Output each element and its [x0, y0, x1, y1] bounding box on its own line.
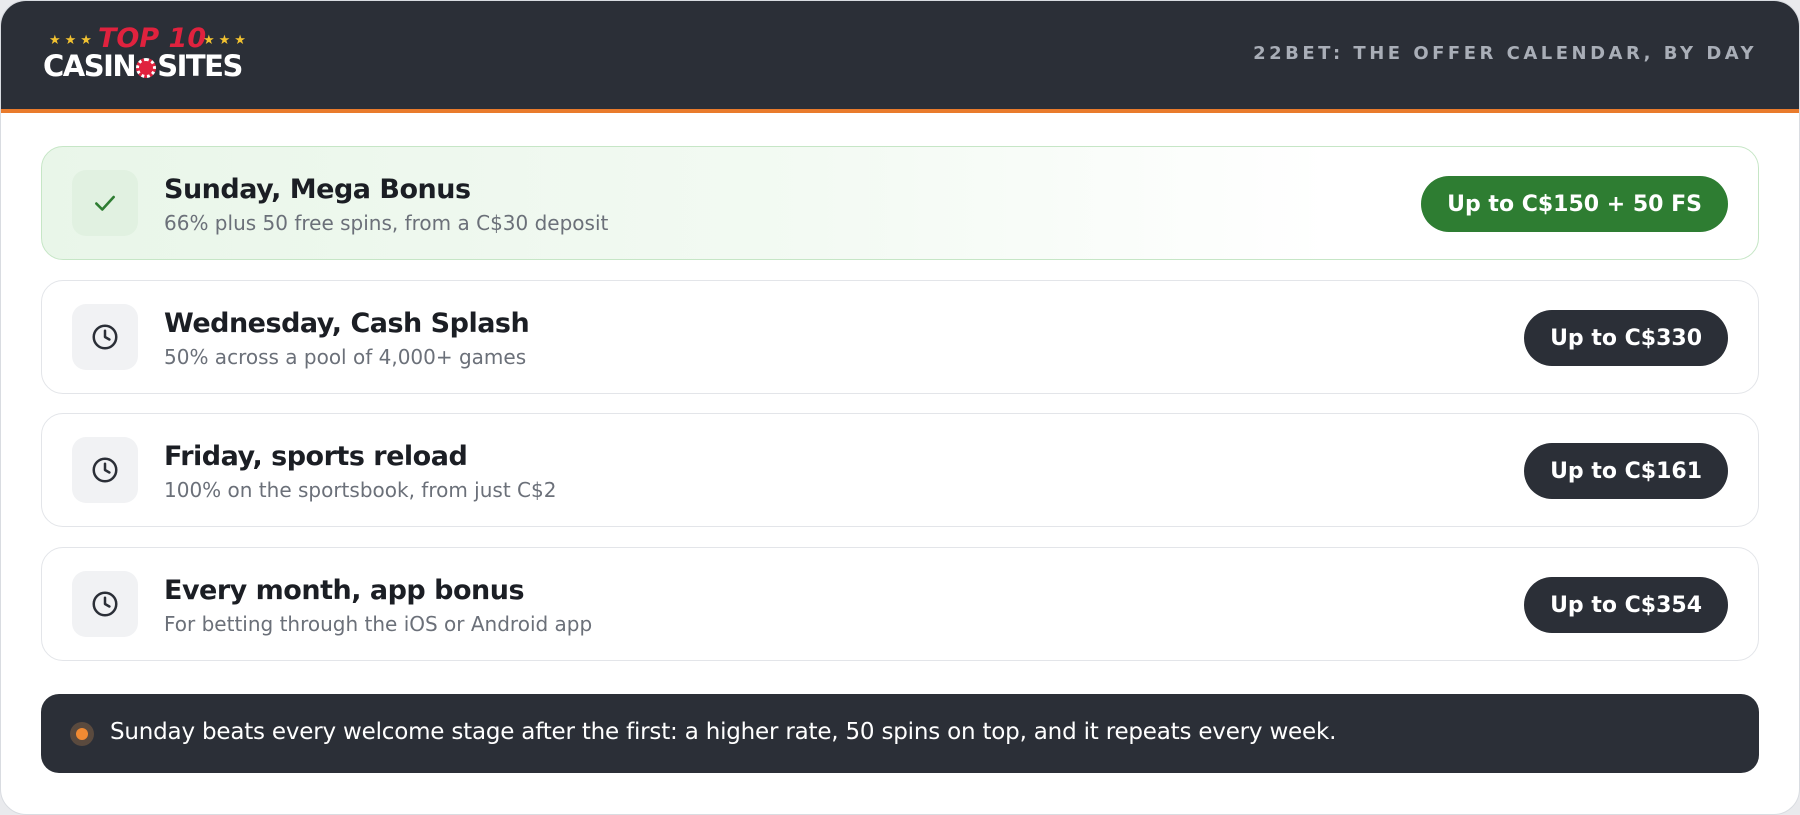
poker-chip-icon	[136, 58, 157, 78]
offer-amount-button[interactable]: Up to C$354	[1524, 577, 1728, 633]
offer-icon-box	[72, 304, 138, 370]
logo-word-left: CASIN	[43, 49, 137, 83]
orange-dot-icon	[70, 722, 94, 746]
logo-casino-sites: CASIN SITES	[43, 49, 243, 83]
offer-title: Every month, app bonus	[164, 575, 525, 606]
offer-amount-button[interactable]: Up to C$150 + 50 FS	[1421, 176, 1728, 232]
offer-row-sunday[interactable]: Sunday, Mega Bonus 66% plus 50 free spin…	[41, 146, 1759, 260]
logo-stars-left: ★★★	[49, 33, 96, 48]
offer-subtitle: 66% plus 50 free spins, from a C$30 depo…	[164, 211, 609, 235]
clock-icon	[92, 324, 118, 350]
offer-title: Wednesday, Cash Splash	[164, 308, 530, 339]
offer-title: Sunday, Mega Bonus	[164, 174, 471, 205]
offer-calendar-card: ★★★ TOP 10 ★★★ CASIN SITES 22BET: THE OFF…	[0, 0, 1800, 815]
offer-row-wednesday[interactable]: Wednesday, Cash Splash 50% across a pool…	[41, 280, 1759, 394]
offer-amount-button[interactable]: Up to C$330	[1524, 310, 1728, 366]
offer-subtitle: 100% on the sportsbook, from just C$2	[164, 478, 557, 502]
offer-icon-box	[72, 571, 138, 637]
clock-icon	[92, 457, 118, 483]
offer-row-monthly-app[interactable]: Every month, app bonus For betting throu…	[41, 547, 1759, 661]
offer-icon-box	[72, 437, 138, 503]
offer-subtitle: 50% across a pool of 4,000+ games	[164, 345, 527, 369]
summary-note-text: Sunday beats every welcome stage after t…	[110, 719, 1337, 745]
offer-amount-button[interactable]: Up to C$161	[1524, 443, 1728, 499]
header: ★★★ TOP 10 ★★★ CASIN SITES 22BET: THE OFF…	[1, 1, 1799, 113]
check-icon	[95, 195, 115, 211]
offer-icon-box	[72, 170, 138, 236]
clock-icon	[92, 591, 118, 617]
offer-subtitle: For betting through the iOS or Android a…	[164, 612, 593, 636]
top10-casino-sites-logo[interactable]: ★★★ TOP 10 ★★★ CASIN SITES	[43, 23, 263, 87]
logo-word-right: SITES	[157, 49, 243, 83]
offer-title: Friday, sports reload	[164, 441, 468, 472]
header-title: 22BET: THE OFFER CALENDAR, BY DAY	[1253, 43, 1757, 64]
logo-stars-right: ★★★	[203, 33, 250, 48]
offer-row-friday[interactable]: Friday, sports reload 100% on the sports…	[41, 413, 1759, 527]
summary-note: Sunday beats every welcome stage after t…	[41, 694, 1759, 773]
